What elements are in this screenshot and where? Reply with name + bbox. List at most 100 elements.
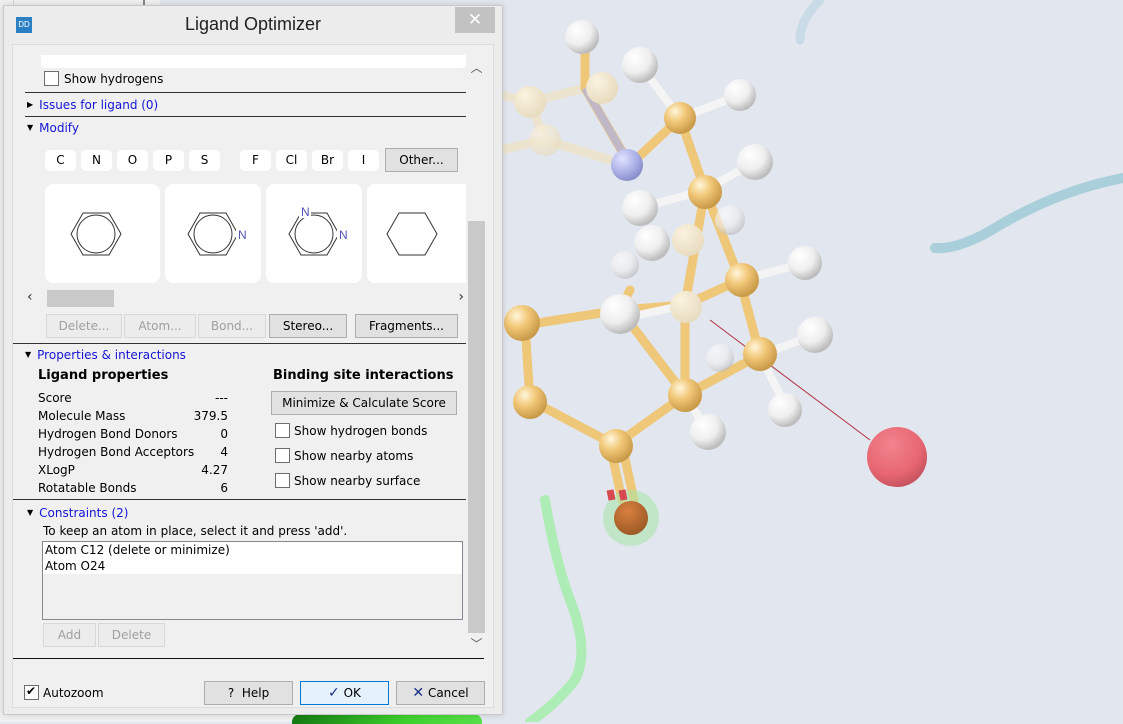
fragment-tile-cyclohexane[interactable] xyxy=(367,184,466,283)
ligand-optimizer-dialog: DD Ligand Optimizer ✕ Show hydrogens ▶ Is… xyxy=(3,5,503,715)
title-bar[interactable]: DD Ligand Optimizer ✕ xyxy=(4,6,502,44)
nitrogen-label: N xyxy=(339,228,348,242)
constraints-list[interactable]: Atom C12 (delete or minimize) Atom O24 xyxy=(42,541,463,620)
show-hydrogen-bonds-checkbox[interactable] xyxy=(275,423,290,438)
show-hydrogens-label: Show hydrogens xyxy=(64,72,164,86)
protein-ribbon xyxy=(795,0,825,45)
section-issues-label: Issues for ligand (0) xyxy=(39,98,159,112)
divider xyxy=(13,658,484,659)
element-button-cl[interactable]: Cl xyxy=(276,150,307,171)
checkmark-icon: ✓ xyxy=(328,685,340,701)
cancel-label: Cancel xyxy=(427,686,469,700)
section-constraints[interactable]: ▼ Constraints (2) xyxy=(27,506,128,520)
section-modify[interactable]: ▼ Modify xyxy=(27,121,79,135)
scroll-down-icon[interactable]: ﹀ xyxy=(466,635,487,653)
fragment-tile-pyrimidine[interactable]: N N xyxy=(266,184,362,283)
pyrimidine-icon: N N xyxy=(288,204,348,256)
cancel-button[interactable]: ✕ Cancel xyxy=(396,681,485,705)
binding-site-heading: Binding site interactions xyxy=(273,368,454,383)
element-button-p[interactable]: P xyxy=(153,150,184,171)
nitrogen-label: N xyxy=(238,228,247,242)
close-icon: ✕ xyxy=(467,10,483,30)
collapse-triangle-icon: ▼ xyxy=(25,350,32,359)
ok-label: OK xyxy=(343,686,361,700)
show-nearby-surface-label: Show nearby surface xyxy=(294,474,421,488)
cyclohexane-icon xyxy=(386,212,438,256)
divider xyxy=(13,499,466,500)
horizontal-scroll-thumb[interactable] xyxy=(47,290,114,307)
help-button[interactable]: ? Help xyxy=(204,681,293,705)
background-green-bar xyxy=(292,714,482,724)
vertical-scroll-thumb[interactable] xyxy=(468,221,485,633)
scroll-right-icon[interactable]: › xyxy=(458,289,464,305)
show-nearby-surface-checkbox[interactable] xyxy=(275,473,290,488)
element-button-c[interactable]: C xyxy=(45,150,76,171)
scroll-up-icon[interactable]: ︿ xyxy=(466,59,487,77)
close-button[interactable]: ✕ xyxy=(455,7,495,33)
section-modify-label: Modify xyxy=(39,121,79,135)
section-properties-label: Properties & interactions xyxy=(37,348,186,362)
protein-ribbon xyxy=(525,495,587,722)
cancel-x-icon: ✕ xyxy=(412,685,425,701)
help-icon: ? xyxy=(227,686,235,700)
property-row: Hydrogen Bond Acceptors 4 xyxy=(38,445,228,459)
section-constraints-label: Constraints (2) xyxy=(39,506,129,520)
minimize-calculate-score-button[interactable]: Minimize & Calculate Score xyxy=(271,391,457,415)
property-row: Score --- xyxy=(38,391,228,405)
oxygen-atom-constrained[interactable] xyxy=(614,501,648,535)
stereo-button[interactable]: Stereo... xyxy=(269,314,347,338)
help-label: Help xyxy=(241,686,270,700)
constraint-item[interactable]: Atom C12 (delete or minimize) xyxy=(43,542,462,558)
scroll-left-icon[interactable]: ‹ xyxy=(27,289,33,305)
section-properties[interactable]: ▼ Properties & interactions xyxy=(25,348,186,362)
ligand-properties-heading: Ligand properties xyxy=(38,368,169,383)
show-nearby-atoms-label: Show nearby atoms xyxy=(294,449,414,463)
constraints-hint: To keep an atom in place, select it and … xyxy=(43,524,348,538)
collapse-triangle-icon: ▼ xyxy=(27,508,34,517)
fragments-horizontal-scrollbar[interactable]: ‹ › xyxy=(25,287,466,307)
expand-triangle-icon: ▶ xyxy=(27,100,34,109)
nitrogen-label: N xyxy=(301,205,310,219)
vertical-scrollbar[interactable]: ︿ ﹀ xyxy=(466,45,487,653)
dialog-title: Ligand Optimizer xyxy=(184,14,322,34)
divider xyxy=(25,92,466,93)
benzene-icon xyxy=(70,212,122,256)
element-button-s[interactable]: S xyxy=(189,150,220,171)
other-element-button[interactable]: Other... xyxy=(385,148,458,172)
divider xyxy=(25,116,466,117)
panel-top-edge xyxy=(41,55,466,68)
nitrogen-atom[interactable] xyxy=(611,149,643,181)
element-button-o[interactable]: O xyxy=(117,150,148,171)
atom-button[interactable]: Atom... xyxy=(124,314,196,338)
fragment-tile-pyridine[interactable]: N xyxy=(165,184,261,283)
element-button-n[interactable]: N xyxy=(81,150,112,171)
show-hydrogen-bonds-label: Show hydrogen bonds xyxy=(294,424,428,438)
pyridine-icon: N xyxy=(187,212,247,256)
collapse-triangle-icon: ▼ xyxy=(27,123,34,132)
bond-button[interactable]: Bond... xyxy=(198,314,266,338)
delete-atom-button[interactable]: Delete... xyxy=(46,314,122,338)
fragment-tile-benzene[interactable] xyxy=(45,184,160,283)
property-row: Rotatable Bonds 6 xyxy=(38,481,228,495)
ok-button[interactable]: ✓ OK xyxy=(300,681,389,705)
fragments-button[interactable]: Fragments... xyxy=(355,314,458,338)
autozoom-checkbox[interactable] xyxy=(24,684,39,700)
constraint-item[interactable]: Atom O24 xyxy=(43,558,462,574)
property-row: Hydrogen Bond Donors 0 xyxy=(38,427,228,441)
protein-ribbon xyxy=(930,173,1123,254)
divider xyxy=(13,343,466,344)
autozoom-label: Autozoom xyxy=(43,686,104,700)
property-row: XLogP 4.27 xyxy=(38,463,228,477)
element-button-i[interactable]: I xyxy=(348,150,379,171)
element-button-f[interactable]: F xyxy=(240,150,271,171)
delete-constraint-button[interactable]: Delete xyxy=(98,623,165,647)
water-oxygen-atom[interactable] xyxy=(867,427,927,487)
show-hydrogens-checkbox[interactable] xyxy=(44,71,59,86)
element-button-br[interactable]: Br xyxy=(312,150,343,171)
dialog-client: Show hydrogens ▶ Issues for ligand (0) ▼ M… xyxy=(12,44,494,708)
property-row: Molecule Mass 379.5 xyxy=(38,409,228,423)
section-issues[interactable]: ▶ Issues for ligand (0) xyxy=(27,98,158,112)
show-nearby-atoms-checkbox[interactable] xyxy=(275,448,290,463)
add-constraint-button[interactable]: Add xyxy=(43,623,96,647)
options-scroll-area: Show hydrogens ▶ Issues for ligand (0) ▼ M… xyxy=(13,45,466,653)
